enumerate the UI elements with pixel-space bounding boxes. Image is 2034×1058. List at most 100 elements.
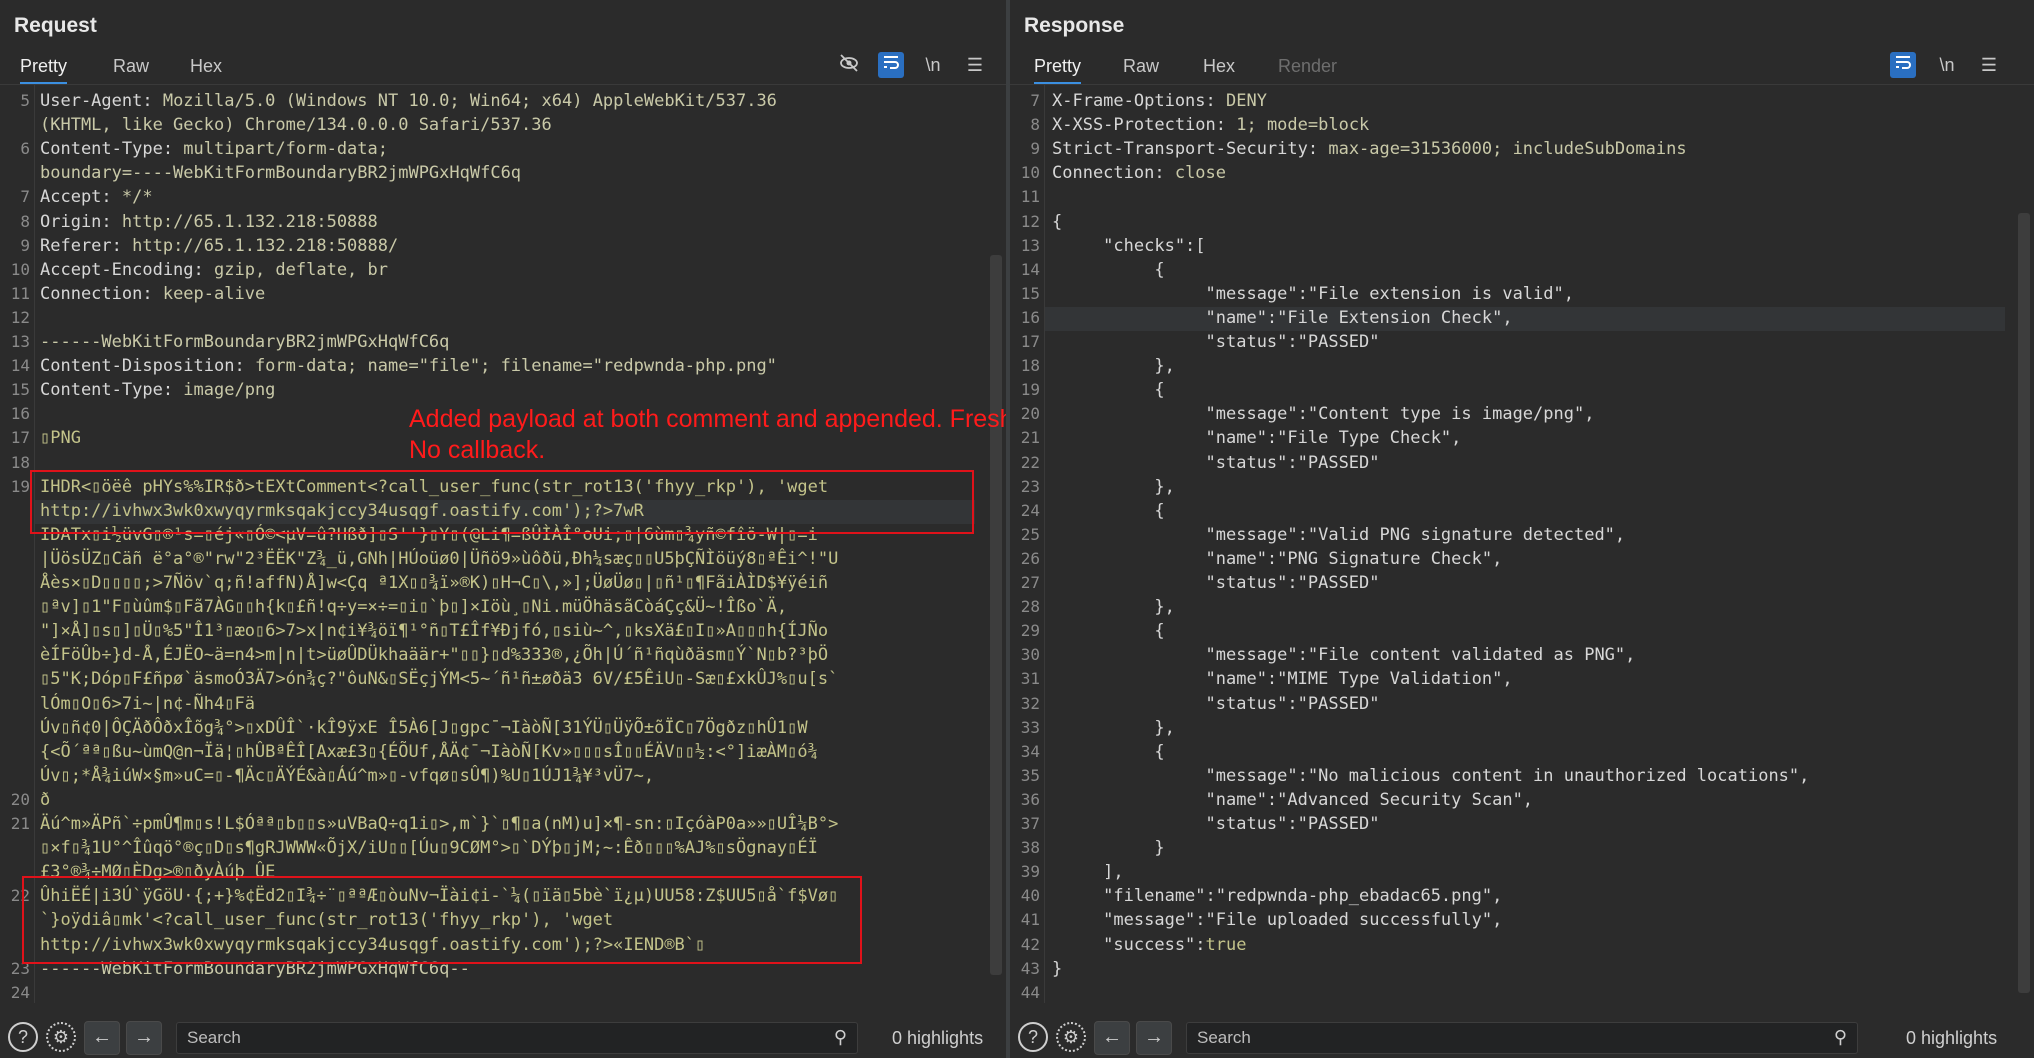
code-line: Accept: */*: [40, 187, 153, 207]
menu-icon[interactable]: ☰: [1976, 52, 2002, 78]
code-token: */*: [121, 187, 153, 208]
code-line: Referer: http://65.1.132.218:50888/: [40, 236, 398, 256]
code-token: "status":"PASSED": [1052, 332, 1380, 352]
code-token: {: [1052, 621, 1165, 642]
code-line: },: [1052, 477, 1174, 497]
code-token: ▯5"K;Dóp▯F£ñpø`äsmoÓ3Ä7>ón¾ç?"ôuN&▯SËçjÝ…: [40, 669, 839, 690]
line-number: 12: [1020, 211, 1040, 231]
line-number: 13: [1020, 235, 1040, 255]
back-arrow-icon[interactable]: ←: [1094, 1021, 1130, 1055]
line-number: 7: [20, 187, 30, 207]
request-title: Request: [14, 14, 97, 37]
response-tab-pretty[interactable]: Pretty: [1034, 52, 1082, 85]
code-line: ð: [40, 790, 50, 810]
code-line: {: [1052, 741, 1165, 762]
line-number: 21: [10, 814, 30, 833]
code-token: Úv▯ñ¢0|ÔÇÄðÔðxÎõg¾°>▯xDÛÎ`·kÎ9ÿxE Î5À6[J…: [40, 717, 808, 738]
line-number: 17: [10, 428, 30, 448]
request-scrollbar[interactable]: [990, 255, 1002, 975]
eye-slash-icon[interactable]: [836, 52, 862, 78]
code-token: "name":"MIME Type Validation",: [1052, 669, 1513, 690]
line-number: 9: [20, 235, 30, 255]
code-token: },: [1052, 717, 1175, 738]
forward-arrow-icon[interactable]: →: [1136, 1021, 1172, 1055]
code-token: Connection:: [40, 283, 163, 304]
gear-icon[interactable]: ⚙: [46, 1022, 76, 1052]
line-number: 11: [10, 283, 30, 303]
line-number: 39: [1020, 862, 1040, 882]
code-token: "name":"PNG Signature Check",: [1052, 548, 1503, 569]
code-line: {: [1052, 621, 1165, 642]
forward-arrow-icon[interactable]: →: [126, 1021, 162, 1055]
code-token: ▯PNG: [40, 428, 81, 449]
code-token: Origin:: [40, 211, 122, 232]
code-token: max-age=31536000; includeSubDomains: [1328, 139, 1687, 160]
code-token: {: [1052, 259, 1165, 280]
code-line: {: [1052, 212, 1062, 232]
code-line: Äú^m»ÄPñ`÷pmÛ¶m▯s!L$Óªª▯b▯▯s»uVBaQ÷q1i▯>…: [40, 814, 838, 834]
response-tab-raw[interactable]: Raw: [1123, 52, 1159, 82]
code-line: }: [1052, 838, 1165, 859]
code-line: Åès×▯D▯▯▯▯;>7Ñöv`q;ñ!affN)Å]w<Çq ª1X▯▯¾ï…: [40, 573, 828, 593]
request-tab-raw[interactable]: Raw: [113, 52, 149, 82]
code-token: }: [1052, 838, 1165, 859]
code-token: boundary=----WebKitFormBoundaryBR2jmWPGx…: [40, 163, 522, 184]
code-line: "success":true: [1052, 935, 1246, 955]
code-token: "checks":[: [1052, 235, 1206, 256]
code-line: Content-Type: image/png: [40, 380, 275, 400]
newline-icon[interactable]: \n: [920, 52, 946, 78]
response-tab-hex[interactable]: Hex: [1203, 52, 1235, 82]
response-scrollbar[interactable]: [2018, 213, 2030, 993]
code-token: Åès×▯D▯▯▯▯;>7Ñöv`q;ñ!affN)Å]w<Çq ª1X▯▯¾ï…: [40, 573, 829, 593]
line-number: 15: [10, 380, 30, 400]
request-tab-pretty[interactable]: Pretty: [20, 52, 68, 85]
line-number: 28: [1020, 597, 1040, 617]
wrap-icon[interactable]: [878, 52, 904, 78]
code-token: (KHTML, like Gecko) Chrome/134.0.0.0 Saf…: [40, 115, 552, 136]
help-icon[interactable]: ?: [1018, 1022, 1048, 1052]
line-number: 35: [1020, 765, 1040, 785]
code-token: ▯ªv]▯1"F▯ùûm$▯Fã7ÀG▯▯h{k▯£ñ!q÷y=×÷=▯i▯`þ…: [40, 597, 788, 618]
code-line: "checks":[: [1052, 235, 1206, 256]
request-editor[interactable]: 5 User-Agent: Mozilla/5.0 (Windows NT 10.…: [0, 84, 1006, 1003]
code-line: {<Õ´ªª▯ßu~ùmQ@n¬Ïä¦▯hÛBªÊÎ[Axæ£3▯{ÉÕUf,Å…: [40, 742, 818, 762]
code-line: "name":"MIME Type Validation",: [1052, 669, 1513, 689]
code-line: "message":"File uploaded successfully",: [1052, 910, 1502, 930]
line-number: 17: [1020, 332, 1040, 351]
line-number: 24: [10, 982, 30, 1002]
code-token: },: [1052, 597, 1175, 618]
line-number: 6: [20, 139, 30, 159]
request-search-input[interactable]: Search ⚲: [176, 1022, 858, 1054]
code-token: |ÜösÜZ▯Cäñ ë°a°®"rw"2³ËËK"Z¾_ü,GNh|HÚoüø…: [40, 548, 839, 569]
line-number: 7: [1030, 91, 1040, 110]
code-token: "filename":"redpwnda-php_ebadac65.png",: [1052, 886, 1503, 907]
line-number: 14: [10, 356, 30, 376]
help-icon[interactable]: ?: [8, 1022, 38, 1052]
code-token: keep-alive: [162, 283, 266, 304]
line-number: 9: [1030, 139, 1040, 159]
code-line: Úv▯ñ¢0|ÔÇÄðÔðxÎõg¾°>▯xDÛÎ`·kÎ9ÿxE Î5À6[J…: [40, 718, 808, 738]
code-token: Mozilla/5.0 (Windows NT 10.0; Win64; x64…: [162, 91, 777, 111]
code-token: {: [1052, 741, 1165, 762]
code-line: },: [1052, 356, 1174, 376]
request-tab-hex[interactable]: Hex: [190, 52, 222, 82]
wrap-icon[interactable]: [1890, 52, 1916, 78]
response-search-input[interactable]: Search ⚲: [1186, 1022, 1858, 1054]
code-line: },: [1052, 597, 1175, 618]
menu-icon[interactable]: ☰: [962, 52, 988, 78]
code-token: DENY: [1226, 91, 1267, 111]
code-line: "message":"Valid PNG signature detected"…: [1052, 525, 1626, 545]
gear-icon[interactable]: ⚙: [1056, 1022, 1086, 1052]
line-number: 24: [1020, 500, 1040, 520]
code-line: boundary=----WebKitFormBoundaryBR2jmWPGx…: [40, 163, 521, 183]
search-placeholder: Search: [187, 1028, 241, 1047]
response-editor[interactable]: 7 X-Frame-Options: DENY 8 X-XSS-Protection:…: [1010, 84, 2034, 1003]
code-token: "status":"PASSED": [1052, 573, 1380, 593]
back-arrow-icon[interactable]: ←: [84, 1021, 120, 1055]
code-token: "status":"PASSED": [1052, 693, 1380, 714]
newline-icon[interactable]: \n: [1934, 52, 1960, 78]
response-tab-render[interactable]: Render: [1278, 52, 1337, 82]
code-token: http://65.1.132.218:50888: [121, 211, 378, 232]
payload-highlight-box-2: [22, 876, 862, 964]
code-line: èÍFöÛb÷}d-Å,ÉJËO~ä=n4>m|n|t>üøÛDÜkhaäär+…: [40, 645, 828, 665]
